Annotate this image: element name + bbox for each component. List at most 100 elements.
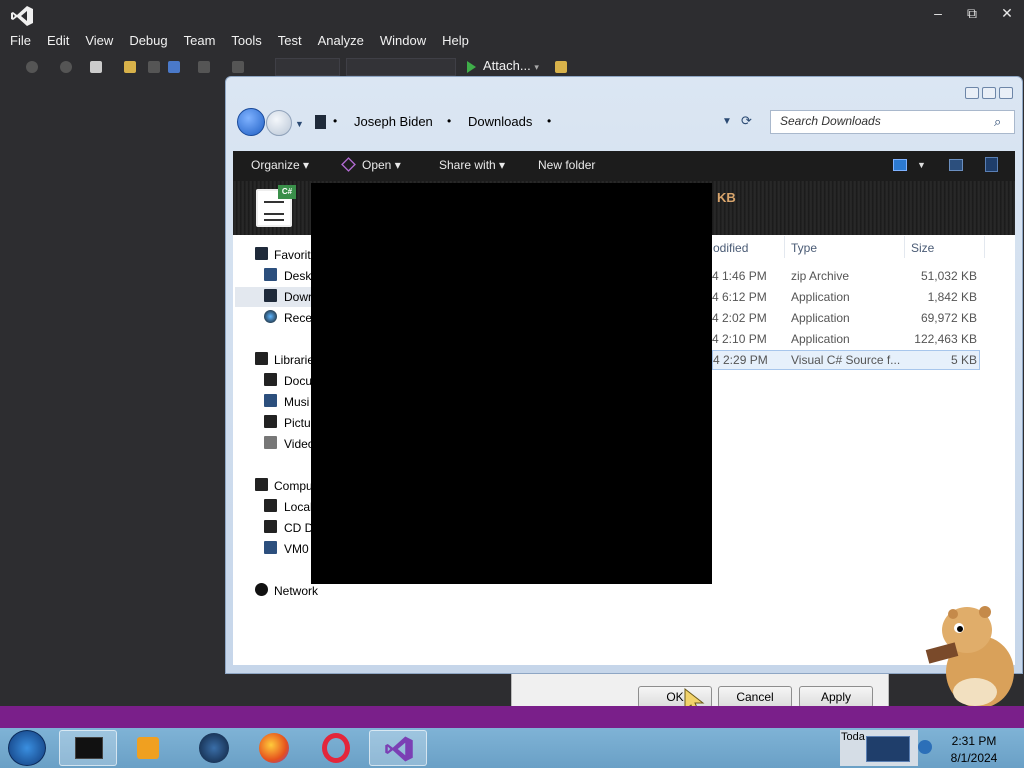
explorer-maximize-button[interactable] [982,87,996,99]
column-size[interactable]: Size [911,241,934,255]
redo-icon[interactable] [232,61,244,73]
back-nav-icon[interactable] [26,61,38,73]
firefox-icon [259,733,289,763]
table-row[interactable]: 4 6:12 PM Application 1,842 KB [712,287,980,307]
menu-window[interactable]: Window [374,30,432,52]
menu-test[interactable]: Test [272,30,308,52]
menu-view[interactable]: View [79,30,119,52]
menu-debug[interactable]: Debug [123,30,173,52]
clock-time: 2:31 PM [951,734,997,748]
menu-help[interactable]: Help [436,30,475,52]
selected-file-size: KB [717,190,736,205]
taskbar-opera[interactable] [307,730,365,766]
address-history-dropdown-icon[interactable]: ▼ [722,116,732,127]
menu-edit[interactable]: Edit [41,30,75,52]
explorer-close-button[interactable] [999,87,1013,99]
tree-network[interactable]: Network [274,584,318,598]
table-row[interactable]: 4 2:02 PM Application 69,972 KB [712,308,980,328]
preview-pane-icon[interactable] [949,159,963,171]
table-row-selected[interactable]: 4 2:29 PM Visual C# Source f... 5 KB [712,350,980,370]
tree-downloads[interactable]: Dowr [284,290,312,304]
explorer-minimize-button[interactable] [965,87,979,99]
csharp-badge-icon: C# [278,185,296,199]
opera-icon [322,733,350,763]
cell-type: zip Archive [791,269,850,283]
breadcrumb-user[interactable]: Joseph Biden [354,114,433,129]
new-project-icon[interactable] [90,61,102,73]
maximize-button[interactable]: ⧉ [961,5,983,22]
media-player-icon [137,737,159,759]
back-button[interactable] [237,108,265,136]
menu-analyze[interactable]: Analyze [312,30,370,52]
open-file-icon[interactable] [124,61,136,73]
breadcrumb-separator-icon: • [447,114,452,128]
taskbar-explorer[interactable] [59,730,117,766]
undo-icon[interactable] [198,61,210,73]
tree-documents[interactable]: Docu [284,374,312,388]
local-disk-icon [264,499,277,512]
recent-pages-dropdown-icon[interactable]: ▼ [295,119,304,129]
cell-modified: 4 2:29 PM [713,353,768,367]
menu-team[interactable]: Team [178,30,222,52]
table-row[interactable]: 4 2:10 PM Application 122,463 KB [712,329,980,349]
tree-favorites[interactable]: Favorit [274,248,311,262]
platform-dropdown[interactable] [346,58,456,76]
tray-network-icon[interactable] [866,736,910,762]
apply-button[interactable]: Apply [799,686,873,708]
taskbar-firefox[interactable] [245,730,303,766]
favorites-star-icon [255,247,268,260]
taskbar-visual-studio[interactable] [369,730,427,766]
cell-size: 51,032 KB [920,269,977,283]
clock-date: 8/1/2024 [950,751,998,765]
cell-size: 122,463 KB [914,332,977,346]
refresh-icon[interactable]: ⟳ [741,113,752,129]
column-divider [984,236,985,258]
tray-status-icon[interactable] [918,740,932,754]
tree-vm-share[interactable]: VM0 [284,542,309,556]
search-icon[interactable]: ⌕ [994,114,1001,130]
taskbar-browser-globe[interactable] [185,730,243,766]
csharp-file-icon: C# [256,185,296,227]
table-row[interactable]: 4 1:46 PM zip Archive 51,032 KB [712,266,980,286]
close-button[interactable]: ✕ [996,5,1018,22]
help-icon[interactable] [985,157,998,172]
save-all-icon[interactable] [168,61,180,73]
minimize-button[interactable]: – [927,5,949,21]
breadcrumb-downloads[interactable]: Downloads [468,114,532,129]
cancel-button[interactable]: Cancel [718,686,792,708]
attach-button[interactable]: Attach... ▾ [465,58,539,73]
tree-libraries[interactable]: Librarie [274,353,314,367]
cell-type: Application [791,311,850,325]
explorer-icon [75,737,103,759]
tree-videos[interactable]: Video [284,437,314,451]
open-menu[interactable]: Open ▾ [362,158,401,172]
cell-modified: 4 2:10 PM [712,332,767,346]
forward-nav-icon[interactable] [60,61,72,73]
share-with-menu[interactable]: Share with ▾ [439,158,505,172]
organize-menu[interactable]: Organize ▾ [251,158,309,172]
column-type[interactable]: Type [791,241,817,255]
configuration-dropdown[interactable] [275,58,340,76]
tree-pictures[interactable]: Pictu [284,416,311,430]
network-drive-icon [264,541,277,554]
column-date-modified[interactable]: odified [713,241,748,255]
videos-icon [264,436,277,449]
menu-tools[interactable]: Tools [225,30,267,52]
menu-file[interactable]: File [4,30,37,52]
new-folder-button[interactable]: New folder [538,158,595,172]
view-options-dropdown-icon[interactable]: ▼ [917,160,926,170]
change-view-icon[interactable] [893,159,907,171]
vs-status-bar [0,706,1024,728]
taskbar-media-player[interactable] [120,730,178,766]
cd-drive-icon [264,520,277,533]
save-icon[interactable] [148,61,160,73]
taskbar-clock[interactable]: 2:31 PM 8/1/2024 [935,733,1013,767]
tree-local-disk[interactable]: Local [284,500,313,514]
tree-computer[interactable]: Compu [274,479,313,493]
cell-size: 69,972 KB [920,311,977,325]
tree-music[interactable]: Musi [284,395,309,409]
tree-cd-drive[interactable]: CD D [284,521,313,535]
forward-button[interactable] [266,110,292,136]
start-button[interactable] [8,730,46,766]
find-icon[interactable] [555,61,567,73]
